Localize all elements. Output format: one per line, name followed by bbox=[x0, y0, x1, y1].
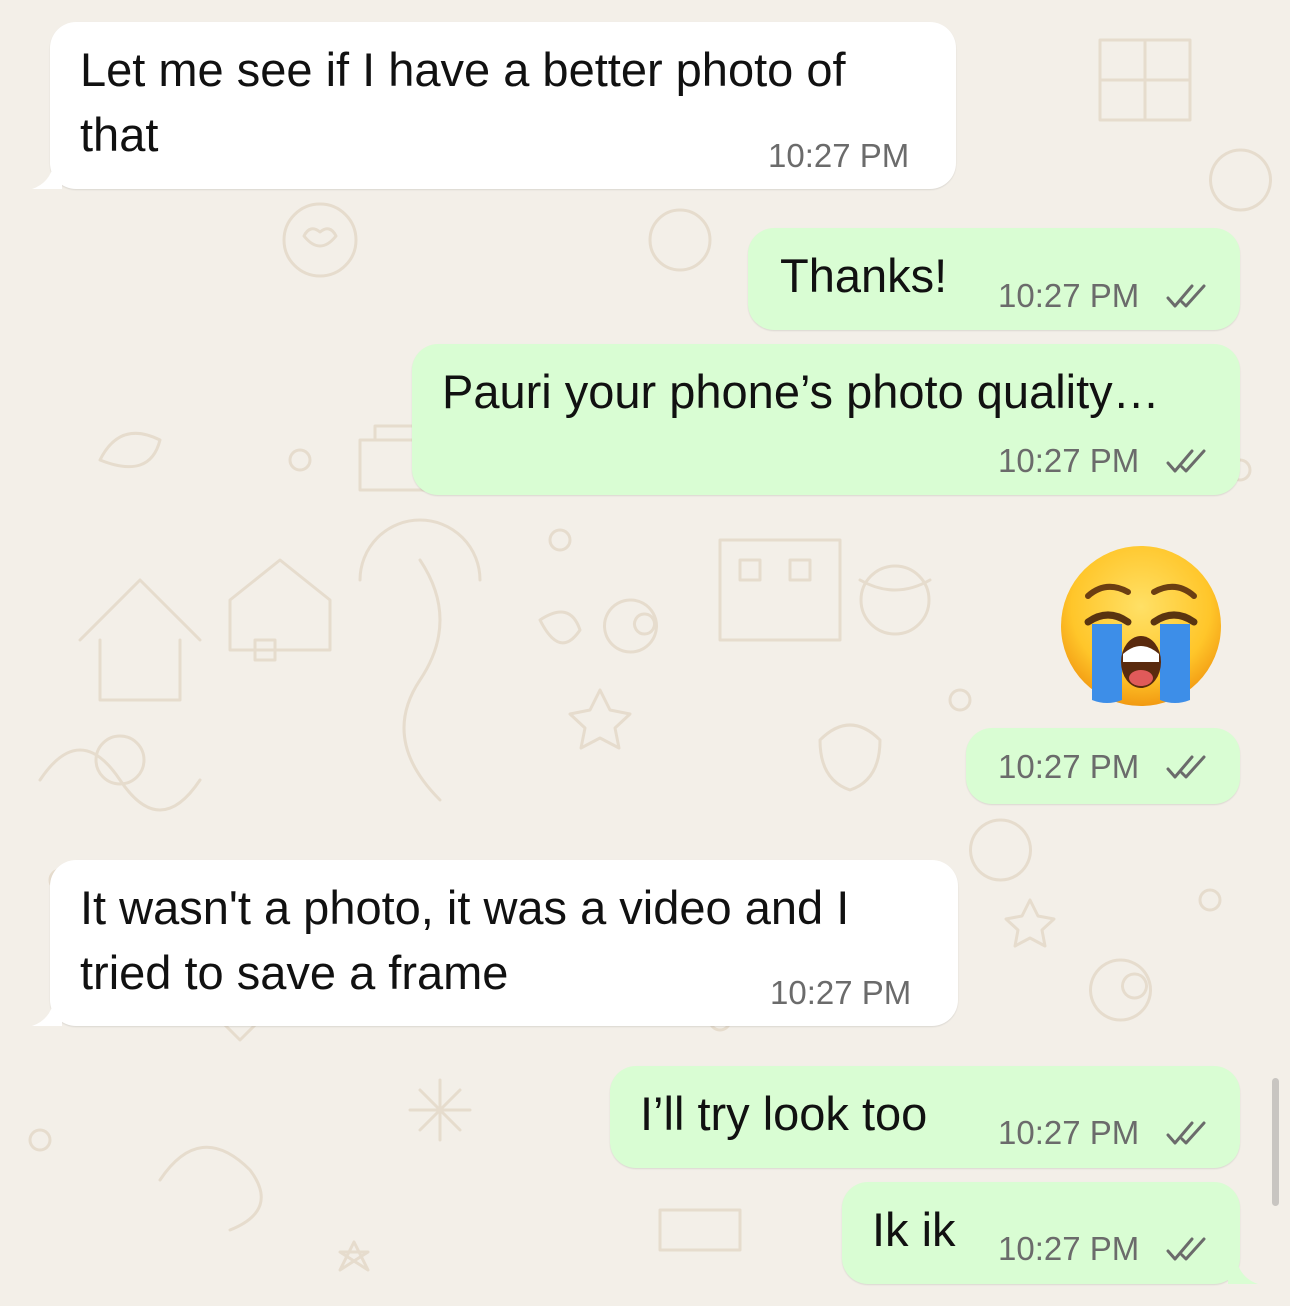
message-text: that bbox=[80, 108, 159, 161]
message-text: tried to save a frame bbox=[80, 946, 509, 999]
message-timestamp: 10:27 PM bbox=[998, 1230, 1140, 1267]
message-text: It wasn't a photo, it was a video and I bbox=[80, 881, 850, 934]
message-timestamp: 10:27 PM bbox=[770, 974, 912, 1011]
message-timestamp: 10:27 PM bbox=[768, 137, 910, 174]
double-check-icon bbox=[1166, 1237, 1206, 1261]
double-check-icon bbox=[1166, 755, 1206, 779]
message-text: Let me see if I have a better photo of bbox=[80, 43, 846, 96]
double-check-icon bbox=[1166, 284, 1206, 308]
message-text: I’ll try look too bbox=[640, 1087, 928, 1140]
bubble-tail bbox=[1228, 1258, 1258, 1284]
message-timestamp: 10:27 PM bbox=[998, 277, 1140, 314]
message-text: Thanks! bbox=[780, 249, 948, 302]
message-text: Ik ik bbox=[872, 1203, 956, 1256]
message-timestamp: 10:27 PM bbox=[998, 748, 1140, 785]
double-check-icon bbox=[1166, 1121, 1206, 1145]
message-timestamp: 10:27 PM bbox=[998, 1114, 1140, 1151]
bubble-tail bbox=[32, 163, 62, 189]
message-timestamp: 10:27 PM bbox=[998, 442, 1140, 479]
bubble-tail bbox=[32, 1000, 62, 1026]
scrollbar[interactable] bbox=[1272, 1078, 1279, 1206]
double-check-icon bbox=[1166, 449, 1206, 473]
loudly-crying-face-emoji[interactable] bbox=[1058, 544, 1224, 708]
message-text: Pauri your phone’s photo quality… bbox=[442, 365, 1160, 418]
message-list[interactable]: Let me see if I have a better photo of t… bbox=[0, 0, 1290, 1306]
